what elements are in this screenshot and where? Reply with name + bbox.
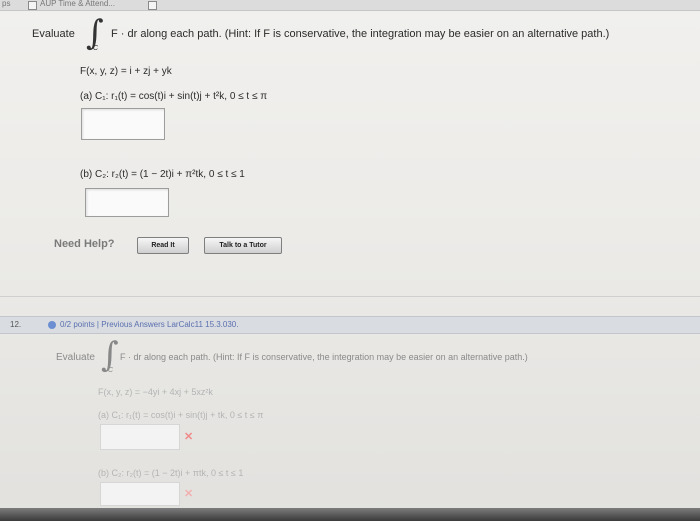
points-and-source[interactable]: 0/2 points | Previous Answers LarCalc11 … (60, 320, 238, 329)
vector-field: F(x, y, z) = i + zj + yk (80, 66, 172, 77)
question-12: Evaluate ∫ C F · dr along each path. (Hi… (0, 332, 700, 508)
part-b-path: (b) C₂: r₂(t) = (1 − 2t)i + π²tk, 0 ≤ t … (80, 169, 245, 180)
bottom-dock-edge (0, 508, 700, 521)
part-b-path-2: (b) C₂: r₂(t) = (1 − 2t)i + πtk, 0 ≤ t ≤… (98, 468, 244, 478)
part-b-answer-input[interactable] (85, 188, 169, 217)
part-a-answer-input-2[interactable] (100, 424, 180, 450)
question-divider (0, 296, 700, 297)
integral-subscript-2: C (108, 367, 114, 374)
part-a-path: (a) C₁: r₁(t) = cos(t)i + sin(t)j + t²k,… (80, 91, 268, 102)
talk-to-tutor-button[interactable]: Talk to a Tutor (204, 237, 282, 254)
tab-checkbox[interactable] (28, 1, 37, 10)
evaluate-label: Evaluate (32, 28, 75, 40)
problem-statement-2: F · dr along each path. (Hint: If F is c… (120, 352, 528, 362)
incorrect-x-icon: ✕ (184, 431, 194, 443)
evaluate-label-2: Evaluate (56, 352, 95, 363)
top-bar: ps AUP Time & Attend... (0, 0, 700, 11)
integral-subscript: C (93, 45, 99, 52)
part-a-path-2: (a) C₁: r₁(t) = cos(t)i + sin(t)j + tk, … (98, 410, 264, 420)
problem-statement: F · dr along each path. (Hint: If F is c… (111, 28, 610, 40)
top-left-fragment: ps (2, 0, 11, 8)
tab-checkbox-2[interactable] (148, 1, 157, 10)
part-b-answer-input-2[interactable] (100, 482, 180, 506)
need-help-label: Need Help? (54, 238, 115, 250)
part-a-answer-input[interactable] (81, 108, 165, 140)
question-number: 12. (10, 320, 22, 329)
vector-field-2: F(x, y, z) = −4yi + 4xj + 5xz²k (98, 387, 213, 397)
incorrect-x-icon-2: ✕ (184, 488, 194, 500)
read-it-button[interactable]: Read It (137, 237, 189, 254)
question-11: Evaluate ∫ C F · dr along each path. (Hi… (14, 12, 700, 278)
tab-label[interactable]: AUP Time & Attend... (40, 0, 115, 8)
status-dot-icon (48, 321, 56, 329)
